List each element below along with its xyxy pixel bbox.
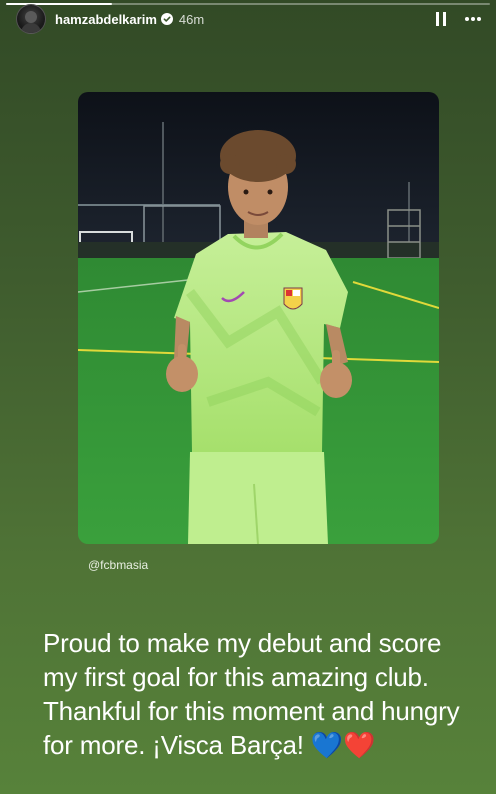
story-photo: [78, 92, 439, 544]
pause-icon[interactable]: [428, 6, 454, 32]
caption-line: for more. ¡Visca Barça! 💙❤️: [43, 730, 376, 760]
caption-line: Proud to make my debut and score: [43, 628, 442, 658]
story-viewer: hamzabdelkarim 46m @fcbmasia Proud to ma…: [0, 0, 496, 794]
avatar[interactable]: [16, 4, 46, 34]
caption-line: my first goal for this amazing club.: [43, 662, 429, 692]
story-header: hamzabdelkarim 46m: [16, 4, 486, 34]
avatar-face: [25, 11, 37, 23]
photo-tag[interactable]: @fcbmasia: [88, 558, 148, 572]
avatar-body: [21, 23, 41, 33]
story-caption: Proud to make my debut and score my firs…: [43, 626, 483, 762]
timestamp: 46m: [178, 11, 205, 27]
caption-line: Thankful for this moment and hungry: [43, 696, 460, 726]
verified-badge-icon: [160, 13, 173, 25]
more-options-icon[interactable]: [460, 6, 486, 32]
username[interactable]: hamzabdelkarim: [55, 12, 157, 27]
